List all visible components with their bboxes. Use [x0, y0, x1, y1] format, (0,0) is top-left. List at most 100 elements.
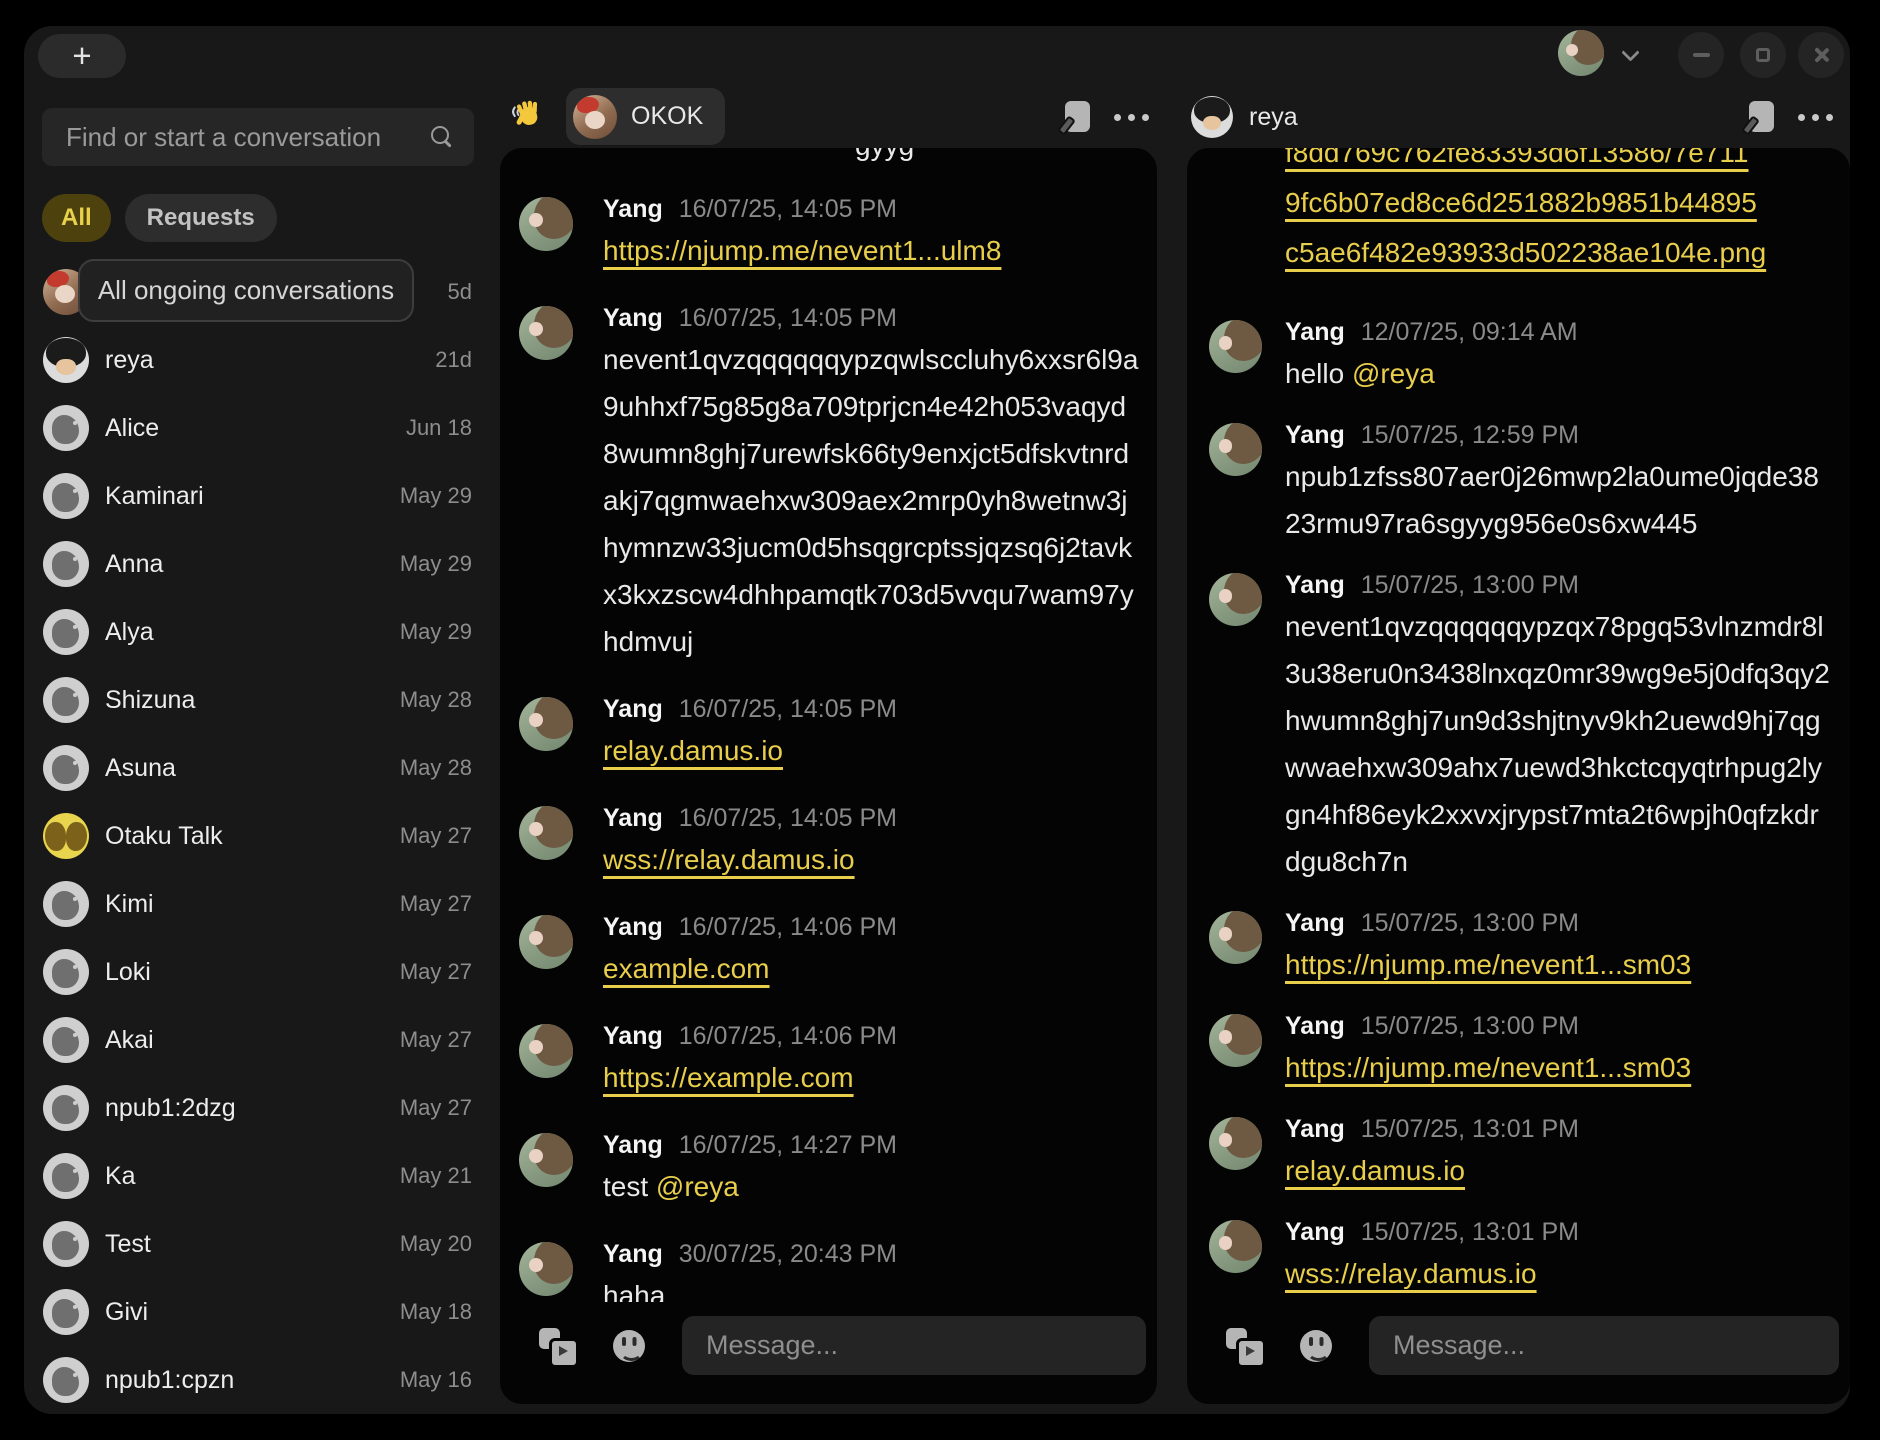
message-author-avatar[interactable]	[1209, 423, 1262, 476]
conversation-avatar	[43, 337, 89, 383]
message-timestamp: 30/07/25, 20:43 PM	[679, 1240, 897, 1269]
message-plain-text: nevent1qvzqqqqqqypzqwlsccluhy6xxsr6l9a9u…	[603, 344, 1138, 657]
message-author[interactable]: Yang	[1285, 1218, 1345, 1247]
conversation-list-item[interactable]: Anna May 29	[24, 530, 500, 598]
conversation-list-item[interactable]: npub1:cpzn May 16	[24, 1346, 500, 1414]
message-author[interactable]: Yang	[603, 1131, 663, 1160]
chat-message: Yang 15/07/25, 13:01 PM relay.damus.io	[1209, 1115, 1832, 1194]
message-input[interactable]	[682, 1316, 1146, 1375]
user-mention[interactable]: @reya	[1352, 358, 1435, 389]
chat-title-avatar	[573, 95, 617, 139]
conversation-list-item[interactable]: reya 21d	[24, 326, 500, 394]
conversation-list-item[interactable]: Shizuna May 28	[24, 666, 500, 734]
message-author[interactable]: Yang	[603, 304, 663, 333]
chat-title-pill[interactable]: OKOK	[566, 88, 725, 145]
message-author-avatar[interactable]	[1209, 1014, 1262, 1067]
conversation-list-item[interactable]: Alice Jun 18	[24, 394, 500, 462]
message-text: test @reya	[603, 1163, 897, 1210]
message-input[interactable]	[1369, 1316, 1839, 1375]
message-link[interactable]: wss://relay.damus.io	[1285, 1258, 1537, 1289]
chat-title-user[interactable]: reya	[1191, 96, 1298, 138]
conversation-list-item[interactable]: npub1:2dzg May 27	[24, 1074, 500, 1142]
message-author[interactable]: Yang	[603, 804, 663, 833]
conversation-avatar	[43, 1085, 89, 1131]
tab-all[interactable]: All	[42, 194, 111, 242]
conversation-list-item[interactable]: Alya May 29	[24, 598, 500, 666]
message-link[interactable]: 9fc6b07ed8ce6d251882b9851b44895	[1285, 187, 1757, 218]
message-author[interactable]: Yang	[1285, 909, 1345, 938]
search-input[interactable]	[66, 122, 430, 153]
message-link[interactable]: wss://relay.damus.io	[603, 844, 855, 875]
conversation-avatar	[43, 473, 89, 519]
message-author-avatar[interactable]	[519, 197, 573, 251]
message-author[interactable]: Yang	[1285, 318, 1345, 347]
conversation-list-item[interactable]: Otaku Talk May 27	[24, 802, 500, 870]
user-mention[interactable]: @reya	[656, 1171, 739, 1202]
message-author-avatar[interactable]	[1209, 1220, 1262, 1273]
conversation-list-item[interactable]: Kimi May 27	[24, 870, 500, 938]
message-author[interactable]: Yang	[603, 195, 663, 224]
notes-icon[interactable]	[1065, 101, 1090, 132]
message-author[interactable]: Yang	[603, 1022, 663, 1051]
message-author-avatar[interactable]	[1209, 573, 1262, 626]
message-author-avatar[interactable]	[519, 915, 573, 969]
message-link[interactable]: https://njump.me/nevent1...ulm8	[603, 235, 1001, 266]
message-link[interactable]: relay.damus.io	[1285, 1155, 1465, 1186]
more-options-icon[interactable]	[1798, 114, 1833, 121]
message-author-avatar[interactable]	[1209, 320, 1262, 373]
message-link[interactable]: c5ae6f482e93933d502238ae104e.png	[1285, 237, 1766, 268]
message-author-avatar[interactable]	[519, 806, 573, 860]
message-author[interactable]: Yang	[603, 695, 663, 724]
message-text: nevent1qvzqqqqqqypzqx78pgq53vlnzmdr8l3u3…	[1285, 603, 1832, 885]
conversation-date: May 21	[400, 1163, 472, 1189]
message-timestamp: 15/07/25, 13:01 PM	[1361, 1218, 1579, 1247]
message-author-avatar[interactable]	[519, 1024, 573, 1078]
message-author-avatar[interactable]	[1209, 1117, 1262, 1170]
message-author[interactable]: Yang	[1285, 1012, 1345, 1041]
conversation-list-item[interactable]: Asuna May 28	[24, 734, 500, 802]
notes-icon[interactable]	[1749, 101, 1774, 132]
message-author[interactable]: Yang	[603, 913, 663, 942]
message-link[interactable]: relay.damus.io	[603, 735, 783, 766]
conversation-date: May 27	[400, 1027, 472, 1053]
conversation-date: May 27	[400, 823, 472, 849]
message-author-avatar[interactable]	[519, 1242, 573, 1296]
message-text: hello @reya	[1285, 350, 1578, 397]
message-author-avatar[interactable]	[519, 697, 573, 751]
media-attachment-icon[interactable]	[1226, 1328, 1262, 1364]
message-author-avatar[interactable]	[519, 306, 573, 360]
message-timestamp: 16/07/25, 14:06 PM	[679, 913, 897, 942]
message-author-avatar[interactable]	[519, 1133, 573, 1187]
conversation-list-item[interactable]: Kaminari May 29	[24, 462, 500, 530]
chat-message: Yang 16/07/25, 14:05 PM https://njump.me…	[519, 195, 1139, 274]
message-link[interactable]: https://njump.me/nevent1...sm03	[1285, 949, 1691, 980]
media-attachment-icon[interactable]	[539, 1328, 575, 1364]
conversation-list-item[interactable]: Loki May 27	[24, 938, 500, 1006]
emoji-icon[interactable]	[613, 1330, 645, 1362]
message-link[interactable]: f8dd769c762fe83393d6f13586/7e711	[1285, 148, 1749, 168]
conversation-list-item[interactable]: Test May 20	[24, 1210, 500, 1278]
message-link[interactable]: https://njump.me/nevent1...sm03	[1285, 1052, 1691, 1083]
tab-requests[interactable]: Requests	[125, 194, 277, 242]
message-link[interactable]: example.com	[603, 953, 770, 984]
more-options-icon[interactable]	[1114, 114, 1149, 121]
message-panel: gyyg Yang 16/07/25, 14:05 PM https://nju…	[500, 148, 1157, 1404]
conversation-list-item[interactable]: Akai May 27	[24, 1006, 500, 1074]
message-author[interactable]: Yang	[1285, 571, 1345, 600]
message-link[interactable]: https://example.com	[603, 1062, 854, 1093]
conversation-avatar	[43, 541, 89, 587]
message-author[interactable]: Yang	[1285, 421, 1345, 450]
message-author[interactable]: Yang	[603, 1240, 663, 1269]
conversation-list-item[interactable]: Givi May 18	[24, 1278, 500, 1346]
message-plain-text: npub1zfss807aer0j26mwp2la0ume0jqde3823rm…	[1285, 461, 1819, 539]
message-timestamp: 15/07/25, 13:01 PM	[1361, 1115, 1579, 1144]
message-timestamp: 15/07/25, 13:00 PM	[1361, 571, 1579, 600]
emoji-icon[interactable]	[1300, 1330, 1332, 1362]
conversation-name: Alya	[105, 618, 384, 647]
conversation-date: May 18	[400, 1299, 472, 1325]
conversation-list-item[interactable]: Ka May 21	[24, 1142, 500, 1210]
new-conversation-button[interactable]: +	[38, 34, 126, 78]
conversation-name: npub1:2dzg	[105, 1094, 384, 1123]
message-author[interactable]: Yang	[1285, 1115, 1345, 1144]
message-author-avatar[interactable]	[1209, 911, 1262, 964]
